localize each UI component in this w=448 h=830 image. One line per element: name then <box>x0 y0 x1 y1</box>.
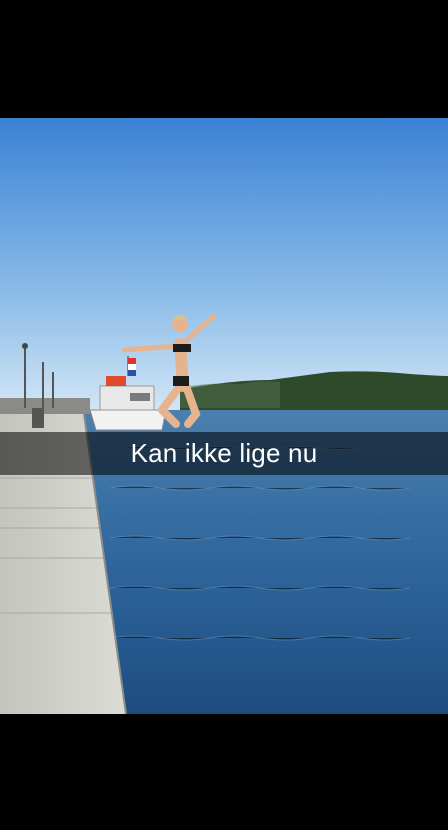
top-letterbox <box>0 0 448 118</box>
caption-bar[interactable]: Kan ikke lige nu <box>0 432 448 475</box>
bottom-letterbox <box>0 714 448 830</box>
bollard <box>32 408 44 428</box>
caption-text: Kan ikke lige nu <box>130 438 318 468</box>
snap-photo[interactable] <box>0 118 448 714</box>
photo-scene <box>0 118 448 714</box>
